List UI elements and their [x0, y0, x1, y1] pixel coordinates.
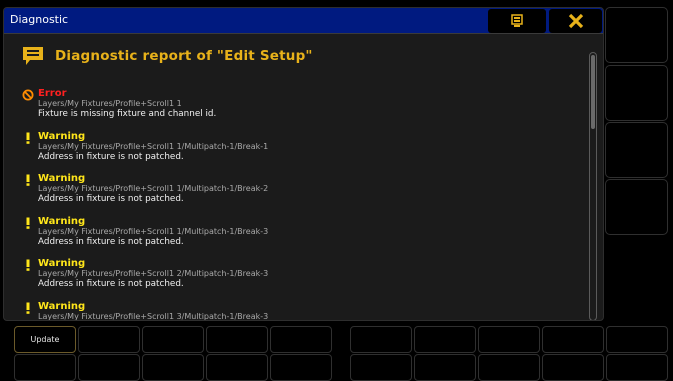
- side-button-3[interactable]: [605, 122, 668, 178]
- bottom-button[interactable]: [206, 326, 268, 353]
- warning-icon: [26, 174, 30, 186]
- entry-path: Layers/My Fixtures/Profile+Scroll1 1: [38, 99, 182, 108]
- bottom-button[interactable]: [78, 326, 140, 353]
- entry-message: Address in fixture is not patched.: [38, 236, 184, 247]
- report-entry: Error Layers/My Fixtures/Profile+Scroll1…: [22, 88, 582, 131]
- report-entry: Warning Layers/My Fixtures/Profile+Scrol…: [22, 300, 582, 321]
- report-entry: Warning Layers/My Fixtures/Profile+Scrol…: [22, 173, 582, 216]
- diagnostic-window: Diagnostic Diagnostic report of "Edit Se…: [3, 7, 604, 321]
- entry-level: Warning: [38, 215, 86, 227]
- report-entry: Warning Layers/My Fixtures/Profile+Scrol…: [22, 131, 582, 174]
- entry-path: Layers/My Fixtures/Profile+Scroll1 3/Mul…: [38, 311, 269, 321]
- entry-path: Layers/My Fixtures/Profile+Scroll1 1/Mul…: [38, 226, 269, 236]
- entry-path: Layers/My Fixtures/Profile+Scroll1 1/Mul…: [38, 184, 269, 193]
- bottom-button[interactable]: [414, 326, 476, 353]
- bottom-button[interactable]: [270, 354, 332, 381]
- error-icon: [22, 89, 34, 101]
- report-entry: Warning Layers/My Fixtures/Profile+Scrol…: [22, 216, 582, 259]
- bottom-button[interactable]: [14, 354, 76, 381]
- entry-level: Warning: [38, 130, 86, 142]
- warning-icon: [26, 217, 30, 229]
- warning-icon: [26, 132, 30, 144]
- bottom-button[interactable]: [350, 354, 412, 381]
- bottom-button[interactable]: [350, 326, 412, 353]
- bottom-button[interactable]: [542, 326, 604, 353]
- bottom-button[interactable]: [478, 354, 540, 381]
- pin-button[interactable]: [488, 9, 546, 33]
- report-heading: Diagnostic report of "Edit Setup": [22, 44, 313, 68]
- close-icon: [568, 13, 583, 29]
- bottom-button[interactable]: [606, 326, 668, 353]
- entry-level: Warning: [38, 173, 86, 184]
- bottom-button[interactable]: [478, 326, 540, 353]
- bottom-button[interactable]: [142, 354, 204, 381]
- entry-path: Layers/My Fixtures/Profile+Scroll1 1/Mul…: [38, 141, 269, 151]
- bottom-button[interactable]: [142, 326, 204, 353]
- warning-icon: [26, 259, 30, 271]
- side-button-1[interactable]: [605, 7, 668, 63]
- window-title: Diagnostic: [10, 13, 69, 26]
- bottom-button[interactable]: [542, 354, 604, 381]
- close-button[interactable]: [549, 9, 602, 33]
- entry-message: Address in fixture is not patched.: [38, 151, 184, 162]
- message-icon: [23, 47, 43, 65]
- entry-message: Address in fixture is not patched.: [38, 194, 184, 204]
- entry-level: Error: [38, 88, 67, 99]
- report-list[interactable]: Error Layers/My Fixtures/Profile+Scroll1…: [22, 88, 582, 320]
- entry-message: Fixture is missing fixture and channel i…: [38, 109, 217, 119]
- report-title: Diagnostic report of "Edit Setup": [55, 48, 313, 64]
- title-bar: Diagnostic: [4, 8, 603, 34]
- side-button-2[interactable]: [605, 65, 668, 121]
- entry-path: Layers/My Fixtures/Profile+Scroll1 2/Mul…: [38, 269, 269, 278]
- bottom-button[interactable]: [206, 354, 268, 381]
- monitor-icon: [511, 14, 523, 27]
- side-button-4[interactable]: [605, 179, 668, 235]
- report-entry: Warning Layers/My Fixtures/Profile+Scrol…: [22, 258, 582, 301]
- entry-message: Address in fixture is not patched.: [38, 279, 184, 289]
- bottom-button[interactable]: [78, 354, 140, 381]
- bottom-button[interactable]: [270, 326, 332, 353]
- bottom-button[interactable]: [414, 354, 476, 381]
- bottom-button[interactable]: [606, 354, 668, 381]
- update-button[interactable]: Update: [14, 326, 76, 353]
- report-scrollbar[interactable]: [589, 52, 597, 320]
- warning-icon: [26, 302, 30, 314]
- scroll-thumb[interactable]: [591, 55, 595, 129]
- entry-level: Warning: [38, 300, 86, 312]
- entry-level: Warning: [38, 258, 86, 269]
